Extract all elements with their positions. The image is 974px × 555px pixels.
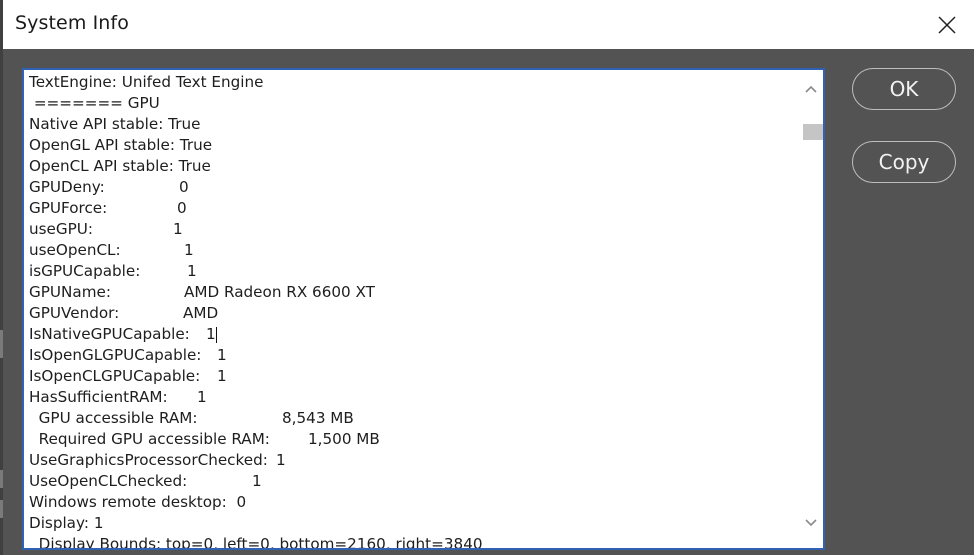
info-key: HasSufficientRAM: [29,388,168,406]
info-line: UseOpenCLChecked: 1 [29,471,799,492]
info-line: UseGraphicsProcessorChecked: 1 [29,450,799,471]
title-bar: System Info [3,0,974,49]
info-line: ======= GPU [29,94,160,112]
info-value: 1 [173,220,183,238]
info-line: Windows remote desktop: 0 [29,493,247,511]
info-key: Required GPU accessible RAM: [29,430,270,448]
info-key: UseGraphicsProcessorChecked: [29,451,268,469]
info-value: 0 [177,199,187,217]
info-line: TextEngine: Unifed Text Engine [29,73,264,91]
ok-button[interactable]: OK [852,68,956,110]
info-key: IsNativeGPUCapable: [29,325,190,343]
info-line: OpenGL API stable: True [29,136,213,154]
info-value: 1 [197,388,207,406]
scroll-thumb[interactable] [803,124,823,140]
info-value: 1,500 MB [308,430,380,448]
vertical-scrollbar[interactable] [799,70,823,548]
info-line: GPU accessible RAM: 8,543 MB [29,408,799,429]
info-line: useOpenCL: 1 [29,240,799,261]
info-line: GPUVendor: AMD [29,303,799,324]
info-line: GPUDeny: 0 [29,177,799,198]
info-line: IsNativeGPUCapable: 1 [29,324,799,345]
info-line: IsOpenGLGPUCapable: 1 [29,345,799,366]
chevron-down-icon [805,519,817,527]
copy-button[interactable]: Copy [852,141,956,183]
info-value: 1 [206,325,216,343]
info-key: IsOpenGLGPUCapable: [29,346,202,364]
info-line: Display: 1 [29,514,104,532]
system-info-lines: TextEngine: Unifed Text Engine ======= G… [29,72,799,550]
info-key: useOpenCL: [29,241,121,259]
info-key: GPUVendor: [29,304,120,322]
info-key: GPUDeny: [29,178,105,196]
system-info-textarea[interactable]: TextEngine: Unifed Text Engine ======= G… [22,68,825,550]
chevron-up-icon [805,85,817,93]
info-line: GPUName: AMD Radeon RX 6600 XT [29,282,799,303]
info-line: useGPU: 1 [29,219,799,240]
info-value: 1 [184,241,194,259]
info-key: isGPUCapable: [29,262,141,280]
info-value: 1 [276,451,286,469]
window-title: System Info [15,12,129,34]
info-line: Native API stable: True [29,115,201,133]
info-key: UseOpenCLChecked: [29,472,188,490]
info-key: GPU accessible RAM: [29,409,198,427]
info-key: IsOpenCLGPUCapable: [29,367,201,385]
info-value: 1 [217,367,227,385]
info-line: OpenCL API stable: True [29,157,211,175]
info-line: Display Bounds: top=0, left=0, bottom=21… [29,535,483,550]
info-key: useGPU: [29,220,94,238]
info-value: 1 [252,472,262,490]
info-line: isGPUCapable: 1 [29,261,799,282]
info-line: Required GPU accessible RAM: 1,500 MB [29,429,799,450]
info-value: 1 [187,262,197,280]
info-value: 8,543 MB [282,409,354,427]
info-value: AMD Radeon RX 6600 XT [184,283,375,301]
info-line: GPUForce: 0 [29,198,799,219]
info-line: HasSufficientRAM: 1 [29,387,799,408]
info-line: IsOpenCLGPUCapable: 1 [29,366,799,387]
dialog-body: TextEngine: Unifed Text Engine ======= G… [3,49,974,555]
info-key: GPUName: [29,283,111,301]
info-key: GPUForce: [29,199,108,217]
text-caret [216,327,217,343]
info-value: 0 [179,178,189,196]
close-button[interactable] [930,8,964,42]
scroll-down-button[interactable] [803,516,819,530]
info-value: 1 [217,346,227,364]
scroll-up-button[interactable] [803,82,819,96]
close-icon [938,16,956,34]
info-value: AMD [183,304,219,322]
